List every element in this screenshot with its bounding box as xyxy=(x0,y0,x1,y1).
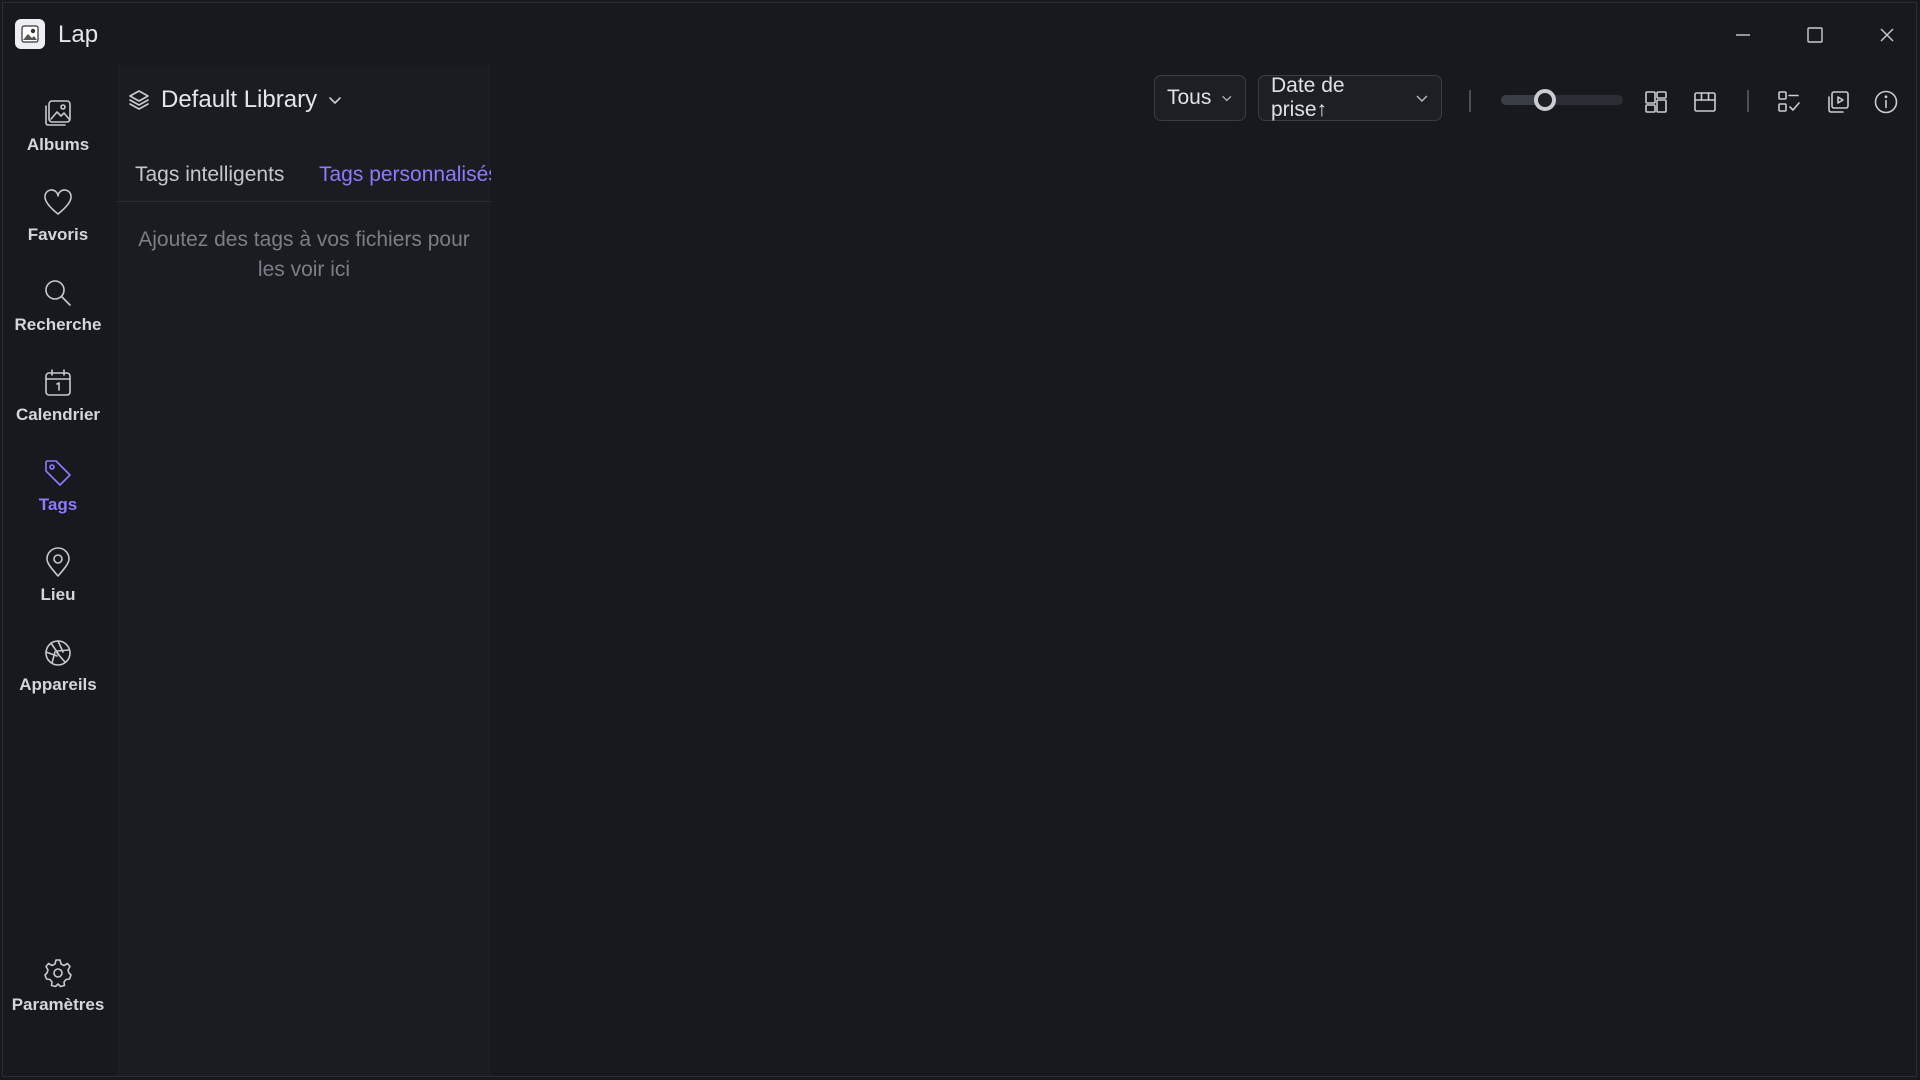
calendar-icon xyxy=(45,369,71,396)
tag-tabs: Tags intelligents Tags personnalisés xyxy=(117,157,491,202)
chevron-down-icon xyxy=(1416,95,1428,103)
toolbar-divider xyxy=(1747,90,1749,112)
close-button[interactable] xyxy=(1857,17,1916,53)
checklist-icon xyxy=(1778,91,1800,112)
sort-dropdown[interactable]: Date de prise↑ xyxy=(1258,74,1442,121)
location-pin-icon xyxy=(46,547,70,577)
toolbar-divider xyxy=(1469,90,1471,112)
sidebar-item-lieu[interactable]: Lieu xyxy=(3,547,113,627)
sidebar-item-favoris[interactable]: Favoris xyxy=(3,187,113,267)
library-selector[interactable]: Default Library xyxy=(127,80,343,120)
sidebar-item-appareils[interactable]: Appareils xyxy=(3,637,113,717)
library-name: Default Library xyxy=(161,86,318,113)
sidebar-item-calendrier[interactable]: Calendrier xyxy=(3,367,113,447)
app-logo-icon xyxy=(15,19,45,49)
navigation-rail: Albums Favoris Recherche Calendrier Tags… xyxy=(3,65,113,1076)
chevron-down-icon xyxy=(1222,95,1232,102)
copy-play-icon xyxy=(1828,91,1849,113)
sidebar-item-label: Lieu xyxy=(40,585,76,604)
maximize-button[interactable] xyxy=(1785,17,1845,53)
thumbnail-size-slider[interactable] xyxy=(1501,89,1623,111)
tab-smart-tags[interactable]: Tags intelligents xyxy=(135,163,284,187)
sidebar-item-label: Paramètres xyxy=(11,995,105,1014)
grid-layout-button[interactable] xyxy=(1639,85,1673,119)
app-title: Lap xyxy=(58,21,99,48)
tags-panel: Default Library Tags intelligents Tags p… xyxy=(117,65,491,1076)
gear-icon xyxy=(44,959,72,988)
slider-thumb[interactable] xyxy=(1533,89,1556,111)
filter-dropdown[interactable]: Tous xyxy=(1154,75,1246,121)
layers-icon xyxy=(129,90,149,110)
compact-grid-button[interactable] xyxy=(1688,85,1722,119)
sidebar-item-label: Appareils xyxy=(19,675,97,694)
sidebar-item-parametres[interactable]: Paramètres xyxy=(3,957,113,1037)
heart-icon xyxy=(44,189,72,215)
tag-icon xyxy=(45,460,71,486)
chevron-down-icon xyxy=(329,97,341,104)
empty-state-message: Ajoutez des tags à vos fichiers pour les… xyxy=(138,228,470,281)
multi-select-button[interactable] xyxy=(1772,85,1806,119)
tab-custom-tags[interactable]: Tags personnalisés xyxy=(319,163,491,187)
sidebar-item-albums[interactable]: Albums xyxy=(3,97,113,177)
app-window: Lap Albums Favoris Recherche Calendrier … xyxy=(2,2,1917,1077)
sidebar-item-label: Albums xyxy=(26,135,90,154)
info-button[interactable] xyxy=(1869,85,1903,119)
sidebar-item-label: Tags xyxy=(38,495,78,514)
title-bar: Lap xyxy=(3,3,1916,65)
grid-layout-icon xyxy=(1645,91,1667,113)
sort-value: Date de prise↑ xyxy=(1271,74,1345,121)
filter-value: Tous xyxy=(1167,86,1212,109)
sidebar-item-label: Favoris xyxy=(27,225,89,244)
sidebar-item-label: Calendrier xyxy=(15,405,101,424)
albums-icon xyxy=(45,100,71,126)
sidebar-item-recherche[interactable]: Recherche xyxy=(3,277,113,357)
slideshow-button[interactable] xyxy=(1821,85,1855,119)
info-icon xyxy=(1874,90,1898,114)
search-icon xyxy=(45,280,71,306)
compact-grid-icon xyxy=(1694,92,1716,112)
sidebar-item-label: Recherche xyxy=(14,315,102,334)
camera-aperture-icon xyxy=(45,640,71,666)
minimize-button[interactable] xyxy=(1713,17,1773,53)
sidebar-item-tags[interactable]: Tags xyxy=(3,457,113,537)
